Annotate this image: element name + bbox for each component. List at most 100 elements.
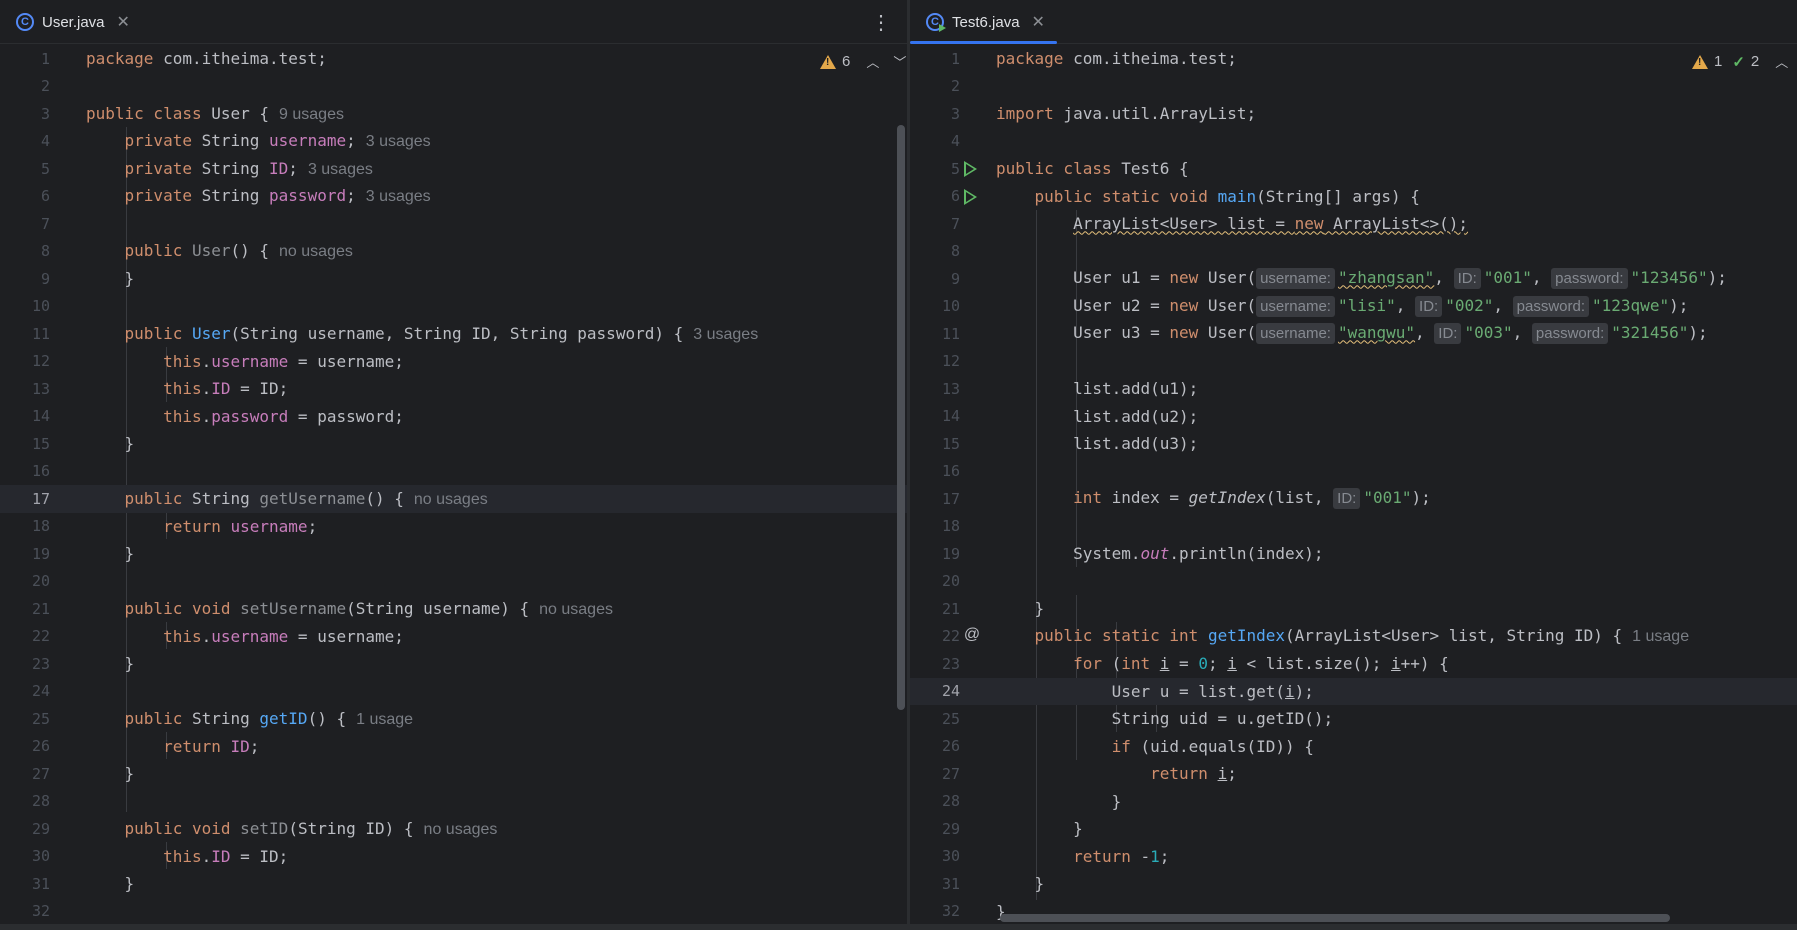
code-line: 8 (910, 238, 1797, 266)
bottom-edge (0, 924, 1797, 930)
code-line: 8 public User() {no usages (0, 238, 907, 266)
usage-hint[interactable]: 3 usages (308, 161, 373, 178)
code-line: 20 (910, 568, 1797, 596)
line-number: 10 (941, 297, 960, 316)
code-line: 18 (910, 513, 1797, 541)
line-number: 14 (31, 407, 50, 426)
line-number: 23 (31, 654, 50, 673)
tab-user-java[interactable]: C User.java ✕ (0, 0, 142, 44)
usage-hint[interactable]: 9 usages (279, 106, 344, 123)
code-line: 20 (0, 568, 907, 596)
line-number: 13 (941, 379, 960, 398)
usage-hint[interactable]: no usages (279, 243, 353, 260)
string-literal: "321456" (1611, 323, 1689, 343)
line-number: 30 (941, 847, 960, 866)
code-line: 11 public User(String username, String I… (0, 320, 907, 348)
line-number: 16 (941, 462, 960, 481)
code-line: 14 list.add(u2); (910, 403, 1797, 431)
usage-hint[interactable]: 1 usage (356, 711, 413, 728)
usage-hint[interactable]: 3 usages (366, 188, 431, 205)
code-line: 6 private String password; 3 usages (0, 183, 907, 211)
usage-hint[interactable]: no usages (424, 821, 498, 838)
line-number: 26 (941, 737, 960, 756)
param-hint: username: (1256, 268, 1335, 290)
code-line: 19 System.out.println(index); (910, 540, 1797, 568)
line-number: 5 (40, 159, 50, 178)
code-line: 5 public class Test6 { (910, 155, 1797, 183)
line-number: 3 (950, 104, 960, 123)
line-number: 24 (31, 682, 50, 701)
code-line: 27 return i; (910, 760, 1797, 788)
string-literal: "zhangsan" (1337, 268, 1435, 288)
line-number: 11 (31, 324, 50, 343)
param-hint: password: (1512, 295, 1590, 317)
right-tab-bar: C Test6.java ✕ (910, 0, 1797, 44)
usage-hint[interactable]: no usages (539, 601, 613, 618)
usage-hint[interactable]: 3 usages (366, 133, 431, 150)
line-number: 11 (941, 324, 960, 343)
code-editor[interactable]: 1 package com.itheima.test; 2 3 public cla… (0, 45, 907, 930)
tab-test6-java[interactable]: C Test6.java ✕ (910, 0, 1057, 44)
line-number: 4 (40, 132, 50, 151)
param-hint: ID: (1415, 295, 1443, 317)
usage-hint[interactable]: no usages (414, 491, 488, 508)
code-line: 17 int index = getIndex(list, ID: "001"); (910, 485, 1797, 513)
code-line: 30 this.ID = ID; (0, 843, 907, 871)
code-line: 23 for (int i = 0; i < list.size(); i++)… (910, 650, 1797, 678)
code-line: 22 @ public static int getIndex(ArrayList… (910, 623, 1797, 651)
line-number: 26 (31, 737, 50, 756)
close-icon[interactable]: ✕ (1032, 12, 1045, 32)
code-line: 14 this.password = password; (0, 403, 907, 431)
line-number: 17 (941, 489, 960, 508)
horizontal-scrollbar[interactable] (1000, 914, 1670, 922)
line-number: 32 (31, 902, 50, 921)
line-number: 14 (941, 407, 960, 426)
line-number: 19 (31, 544, 50, 563)
vertical-scrollbar[interactable] (897, 125, 905, 710)
line-number: 1 (950, 49, 960, 68)
line-number: 32 (941, 902, 960, 921)
code-line: 9 User u1 = new User(username: "zhangsan"… (910, 265, 1797, 293)
class-icon: C (16, 13, 34, 31)
code-line: 31 } (0, 870, 907, 898)
code-line: 2 (910, 73, 1797, 101)
code-line: 23 } (0, 650, 907, 678)
line-number: 18 (31, 517, 50, 536)
code-line: 22 this.username = username; (0, 623, 907, 651)
code-editor[interactable]: 1 package com.itheima.test; 2 3 import jav… (910, 45, 1797, 930)
left-tab-bar: C User.java ✕ ⋮ (0, 0, 907, 44)
line-number: 7 (950, 214, 960, 233)
code-line: 2 (0, 73, 907, 101)
run-icon[interactable] (964, 161, 977, 177)
line-number: 29 (31, 819, 50, 838)
code-line: 10 User u2 = new User(username: "lisi", I… (910, 293, 1797, 321)
code-line: 26 return ID; (0, 733, 907, 761)
code-line: 32 (0, 898, 907, 926)
code-line: 28 (0, 788, 907, 816)
string-literal: "003" (1464, 323, 1513, 343)
code-line: 10 (0, 293, 907, 321)
line-number: 20 (31, 572, 50, 591)
code-line: 21 } (910, 595, 1797, 623)
close-icon[interactable]: ✕ (117, 12, 130, 32)
usage-hint[interactable]: 3 usages (693, 326, 758, 343)
line-number: 12 (941, 352, 960, 371)
line-number: 22 (941, 627, 960, 646)
line-number: 30 (31, 847, 50, 866)
code-line: 11 User u3 = new User(username: "wangwu",… (910, 320, 1797, 348)
code-line: 4 private String username; 3 usages (0, 128, 907, 156)
run-icon[interactable] (964, 188, 977, 205)
param-hint: ID: (1453, 268, 1481, 290)
more-options-icon[interactable]: ⋮ (871, 8, 891, 36)
line-number: 15 (31, 434, 50, 453)
string-literal: "001" (1363, 488, 1412, 508)
right-editor-pane: C Test6.java ✕ 1 ✓ 2 ︿ 1package com.ithe… (910, 0, 1797, 930)
line-number: 4 (950, 132, 960, 151)
line-number: 27 (31, 764, 50, 783)
usage-hint[interactable]: 1 usage (1632, 628, 1689, 645)
line-number: 1 (40, 49, 50, 68)
overrides-at-icon[interactable]: @ (962, 626, 982, 646)
code-line: 7 ArrayList<User> list = new ArrayList<>… (910, 210, 1797, 238)
line-number: 16 (31, 462, 50, 481)
code-line: 16 (0, 458, 907, 486)
